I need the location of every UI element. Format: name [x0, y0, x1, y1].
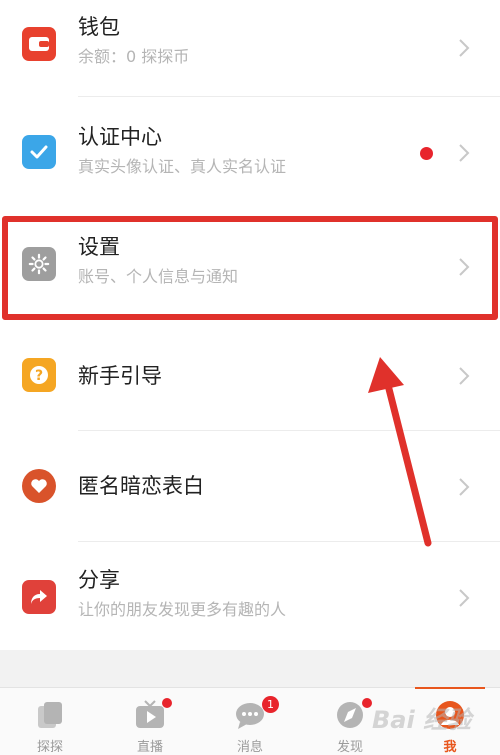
notification-dot — [162, 698, 172, 708]
menu-item-wallet-texts: 钱包 余额：0 探探币 — [78, 14, 189, 68]
tab-label: 发现 — [336, 740, 363, 755]
menu-item-guide-texts: 新手引导 — [78, 363, 162, 389]
watermark: Bai 经验 — [372, 706, 472, 734]
highlight-box-annotation — [2, 216, 498, 320]
notification-dot — [362, 698, 372, 708]
chevron-right-icon — [459, 478, 470, 496]
menu-item-share-texts: 分享 让你的朋友发现更多有趣的人 — [78, 567, 286, 621]
heart-bubble-icon — [22, 469, 56, 503]
menu-item-subtitle: 让你的朋友发现更多有趣的人 — [78, 600, 287, 619]
menu-item-title: 钱包 — [78, 15, 120, 39]
chevron-right-icon — [459, 589, 470, 607]
notification-dot — [420, 147, 433, 160]
cards-icon — [38, 702, 62, 728]
menu-item-anonymous-texts: 匿名暗恋表白 — [78, 473, 204, 499]
menu-item-title: 认证中心 — [78, 125, 162, 149]
unread-count-badge: 1 — [262, 696, 279, 713]
chevron-right-icon — [459, 144, 470, 162]
tab-tantan[interactable]: 探探 — [0, 688, 100, 755]
menu-item-subtitle: 余额：0 探探币 — [78, 47, 190, 66]
menu-item-wallet[interactable]: 钱包 余额：0 探探币 — [0, 0, 500, 96]
tv-play-icon — [136, 700, 164, 728]
arrow-annotation-icon — [368, 357, 432, 547]
tab-label: 我 — [443, 740, 457, 755]
question-icon: ? — [22, 358, 56, 392]
tab-live[interactable]: 直播 — [100, 688, 200, 755]
svg-text:?: ? — [35, 368, 43, 384]
menu-item-title: 匿名暗恋表白 — [78, 474, 204, 498]
menu-item-title: 新手引导 — [78, 364, 162, 388]
wallet-icon — [22, 27, 56, 61]
tab-label: 直播 — [136, 740, 163, 755]
menu-item-title: 分享 — [78, 568, 120, 592]
tab-label: 探探 — [36, 740, 63, 755]
menu-item-subtitle: 真实头像认证、真人实名认证 — [78, 157, 287, 176]
tab-label: 消息 — [236, 740, 263, 755]
checkbox-checked-icon — [22, 135, 56, 169]
menu-item-verify-center[interactable]: 认证中心 真实头像认证、真人实名认证 — [0, 97, 500, 209]
chevron-right-icon — [459, 39, 470, 57]
menu-item-share[interactable]: 分享 让你的朋友发现更多有趣的人 — [0, 542, 500, 650]
share-icon — [22, 580, 56, 614]
tab-messages[interactable]: 1 消息 — [200, 688, 300, 755]
compass-icon — [337, 702, 363, 728]
menu-item-verify-texts: 认证中心 真实头像认证、真人实名认证 — [78, 124, 286, 178]
chevron-right-icon — [459, 367, 470, 385]
